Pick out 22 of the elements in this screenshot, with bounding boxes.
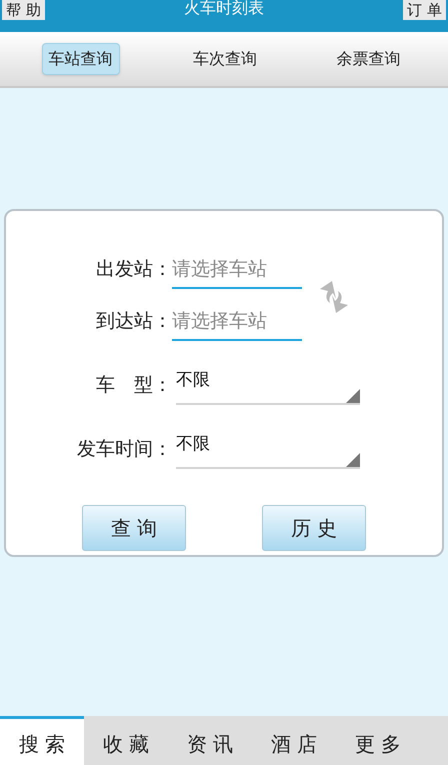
field-label: 到达站： — [95, 308, 172, 334]
dropdown-field[interactable]: 不限 — [176, 369, 360, 405]
orders-button[interactable]: 订 单 — [403, 0, 446, 20]
bottom-tab[interactable]: 搜 索 — [0, 716, 84, 765]
field-label: 出发站： — [95, 256, 172, 282]
dropdown-triangle-icon — [346, 389, 360, 403]
bottom-tab[interactable]: 酒 店 — [252, 716, 336, 765]
bottom-tab[interactable]: 资 讯 — [168, 716, 252, 765]
query-tab[interactable]: 余票查询 — [330, 44, 406, 74]
dropdown-triangle-icon — [346, 453, 360, 467]
dropdown-field[interactable]: 不限 — [176, 433, 360, 469]
field-label: 发车时间： — [76, 436, 172, 462]
bottom-tab[interactable]: 更 多 — [336, 716, 420, 765]
field-label: 车 型： — [95, 372, 172, 398]
bottom-tab[interactable]: 收 藏 — [84, 716, 168, 765]
station-field[interactable]: 请选择车站 — [172, 251, 302, 289]
query-tab[interactable]: 车站查询 — [42, 43, 120, 75]
station-field[interactable]: 请选择车站 — [172, 303, 302, 341]
search-button[interactable]: 查 询 — [82, 505, 186, 551]
query-tab[interactable]: 车次查询 — [186, 44, 263, 74]
help-button[interactable]: 帮 助 — [2, 0, 45, 20]
history-button[interactable]: 历 史 — [262, 505, 366, 551]
